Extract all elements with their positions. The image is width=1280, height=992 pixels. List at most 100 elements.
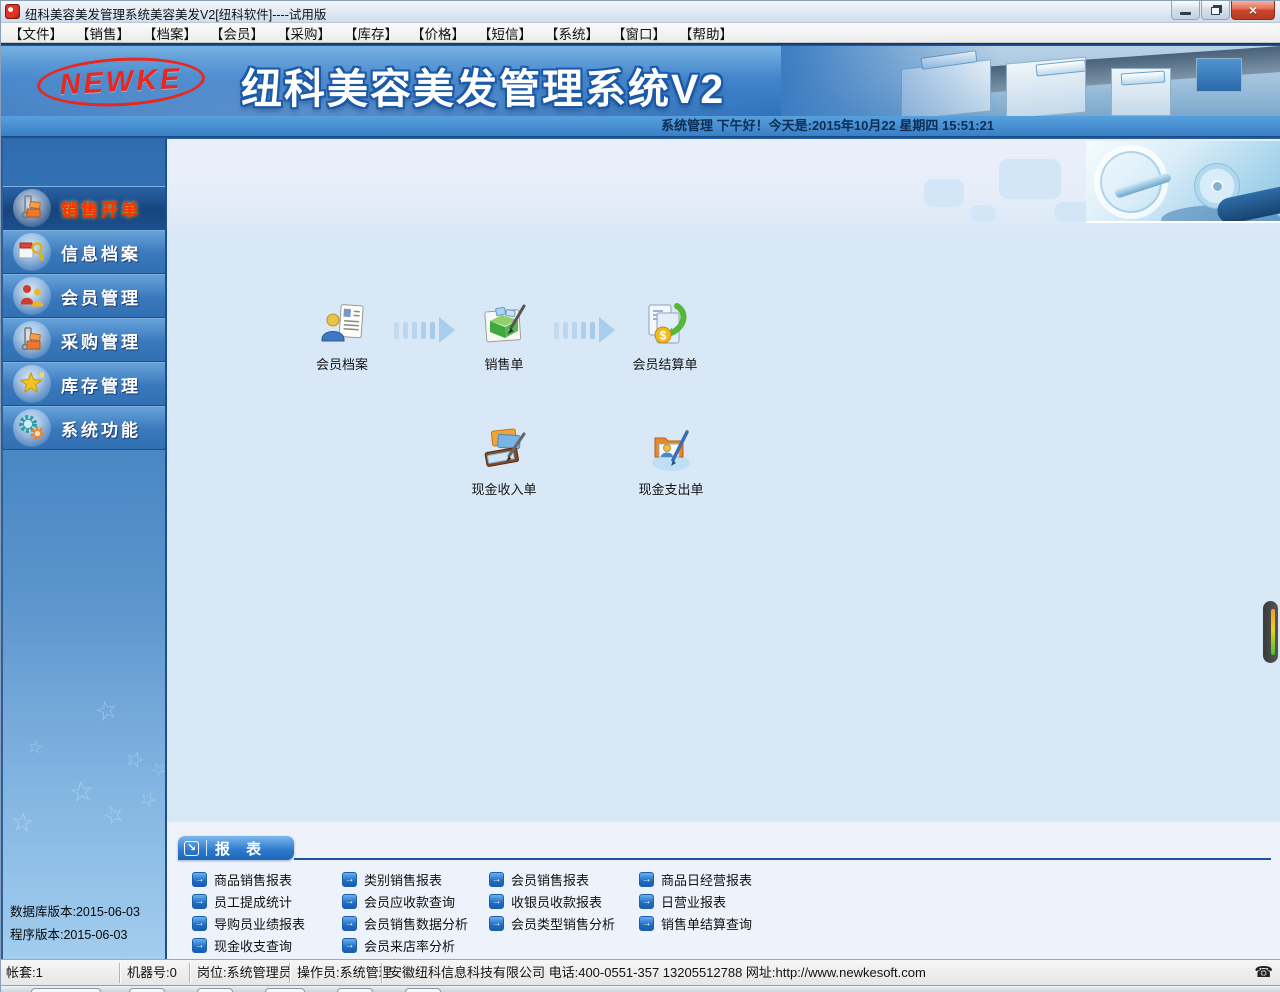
sidebar-item-label: 信息档案 [61, 240, 141, 265]
indicator-gradient-bar [1271, 609, 1275, 655]
arrow-right-icon: → [342, 916, 357, 931]
report-link-member-type-analysis[interactable]: →会员类型销售分析 [489, 914, 639, 933]
report-tab-separator [206, 840, 207, 856]
arrow-right-icon: → [342, 872, 357, 887]
photo-fade [781, 46, 1001, 116]
report-tab-arrow-icon: ↘ [184, 841, 199, 856]
purchase-trolley-icon [13, 321, 51, 359]
report-link-product-sales[interactable]: →商品销售报表 [192, 870, 342, 889]
shortcut-cash-expense[interactable]: 现金支出单 [611, 426, 731, 498]
report-link-staff-commission[interactable]: →员工提成统计 [192, 892, 342, 911]
close-button[interactable]: × [1231, 1, 1275, 20]
member-settlement-icon: $ [641, 301, 689, 349]
arrow-right-icon: → [192, 938, 207, 953]
shortcut-member-settlement[interactable]: $ 会员结算单 [605, 301, 725, 373]
main-content: 会员档案 销售单 $ 会员结算单 [167, 139, 1280, 959]
arrow-right-icon: → [342, 894, 357, 909]
arrow-right-icon: → [342, 938, 357, 953]
report-link-cashier-collection[interactable]: →收银员收款报表 [489, 892, 639, 911]
gears-icon [13, 409, 51, 447]
menu-item-window[interactable]: 【窗口】 [612, 23, 666, 43]
report-link-daily-business[interactable]: →日营业报表 [639, 892, 752, 911]
menu-item-sms[interactable]: 【短信】 [478, 23, 532, 43]
status-operator: 操作员:系统管理 [297, 960, 392, 986]
report-link-member-sales[interactable]: →会员销售报表 [489, 870, 639, 889]
sidebar-item-purchase-management[interactable]: 采购管理 [3, 318, 165, 362]
menu-item-price[interactable]: 【价格】 [411, 23, 465, 43]
sidebar-item-inventory-management[interactable]: 库存管理 [3, 362, 165, 406]
taskbar-button[interactable] [197, 988, 233, 992]
sidebar-item-system-functions[interactable]: 系统功能 [3, 406, 165, 450]
sales-slip-icon [480, 301, 528, 349]
newke-logo-text: NEWKE [59, 62, 184, 101]
deco-square [970, 205, 996, 222]
member-file-icon [318, 301, 366, 349]
report-link-guide-performance[interactable]: →导购员业绩报表 [192, 914, 342, 933]
star-decoration: ☆ [99, 798, 129, 833]
window-controls: × [1170, 1, 1275, 20]
menu-item-member[interactable]: 【会员】 [210, 23, 264, 43]
taskbar-button[interactable] [129, 988, 165, 992]
sidebar: 销售开单 信息档案 会员管理 采购管理 [1, 139, 167, 959]
report-link-product-daily[interactable]: →商品日经营报表 [639, 870, 752, 889]
menu-item-sales[interactable]: 【销售】 [76, 23, 130, 43]
minimize-button[interactable] [1171, 1, 1200, 20]
report-link-member-sales-analysis[interactable]: →会员销售数据分析 [342, 914, 489, 933]
menu-item-help[interactable]: 【帮助】 [679, 23, 733, 43]
status-separator [119, 963, 120, 983]
trolley-icon [13, 189, 51, 227]
shortcut-cash-income[interactable]: 现金收入单 [444, 426, 564, 498]
shortcut-label: 销售单 [444, 354, 564, 373]
sidebar-item-label: 会员管理 [61, 284, 141, 309]
body: 销售开单 信息档案 会员管理 采购管理 [1, 139, 1280, 959]
taskbar-button-ftp[interactable]: FTP [265, 988, 305, 992]
taskbar-button[interactable] [405, 988, 441, 992]
archive-key-icon [13, 233, 51, 271]
menu-item-system[interactable]: 【系统】 [545, 23, 599, 43]
shortcut-label: 会员档案 [282, 354, 402, 373]
title-bar: 纽科美容美发管理系统美容美发V2[纽科软件]----试用版 × [1, 1, 1280, 23]
version-info: 数据库版本:2015-06-03 程序版本:2015-06-03 [10, 901, 140, 947]
deco-square [999, 159, 1061, 199]
arrow-right-icon: → [639, 894, 654, 909]
close-icon: × [1249, 2, 1257, 19]
tech-banner-image [1086, 141, 1280, 223]
report-link-cash-flow-query[interactable]: →现金收支查询 [192, 936, 342, 955]
report-link-category-sales[interactable]: →类别销售报表 [342, 870, 489, 889]
sidebar-item-label: 采购管理 [61, 328, 141, 353]
shortcut-member-file[interactable]: 会员档案 [282, 301, 402, 373]
report-link-member-visit-rate[interactable]: →会员来店率分析 [342, 936, 489, 955]
sidebar-item-member-management[interactable]: 会员管理 [3, 274, 165, 318]
menu-item-purchase[interactable]: 【采购】 [277, 23, 331, 43]
app-icon [5, 4, 20, 19]
side-indicator-widget[interactable] [1263, 601, 1278, 663]
arrow-right-icon: → [489, 894, 504, 909]
banner: NEWKE 纽科美容美发管理系统V2 [1, 46, 1280, 116]
report-tab[interactable]: ↘ 报 表 [178, 836, 294, 860]
status-bar: 帐套:1 机器号:0 岗位:系统管理员 操作员:系统管理 安徽纽科信息科技有限公… [1, 959, 1280, 985]
taskbar-button[interactable] [337, 988, 373, 992]
star-decoration: ☆ [147, 756, 167, 782]
sidebar-item-sales-billing[interactable]: 销售开单 [3, 186, 165, 230]
report-link-member-receivable[interactable]: →会员应收款查询 [342, 892, 489, 911]
shortcut-label: 现金支出单 [611, 479, 731, 498]
cash-expense-icon [647, 426, 695, 474]
arrow-right-icon: → [489, 916, 504, 931]
minimize-icon [1180, 12, 1191, 15]
taskbar-button[interactable] [31, 988, 101, 992]
report-link-sales-settlement-query[interactable]: →销售单结算查询 [639, 914, 752, 933]
status-separator [381, 963, 382, 983]
sidebar-spacer [3, 139, 165, 186]
menu-item-file[interactable]: 【文件】 [9, 23, 63, 43]
shortcut-label: 现金收入单 [444, 479, 564, 498]
status-company: 安徽纽科信息科技有限公司 电话:400-0551-357 13205512788… [389, 960, 926, 986]
star-decoration: ☆ [67, 773, 96, 809]
menu-item-archive[interactable]: 【档案】 [143, 23, 197, 43]
members-icon [13, 277, 51, 315]
star-decoration: ☆ [121, 745, 148, 776]
greeting-text: 系统管理 下午好！今天是:2015年10月22 星期四 15:51:21 [661, 116, 994, 136]
sidebar-item-info-archive[interactable]: 信息档案 [3, 230, 165, 274]
menu-item-inventory[interactable]: 【库存】 [344, 23, 398, 43]
restore-button[interactable] [1201, 1, 1230, 20]
shortcut-sales-slip[interactable]: 销售单 [444, 301, 564, 373]
